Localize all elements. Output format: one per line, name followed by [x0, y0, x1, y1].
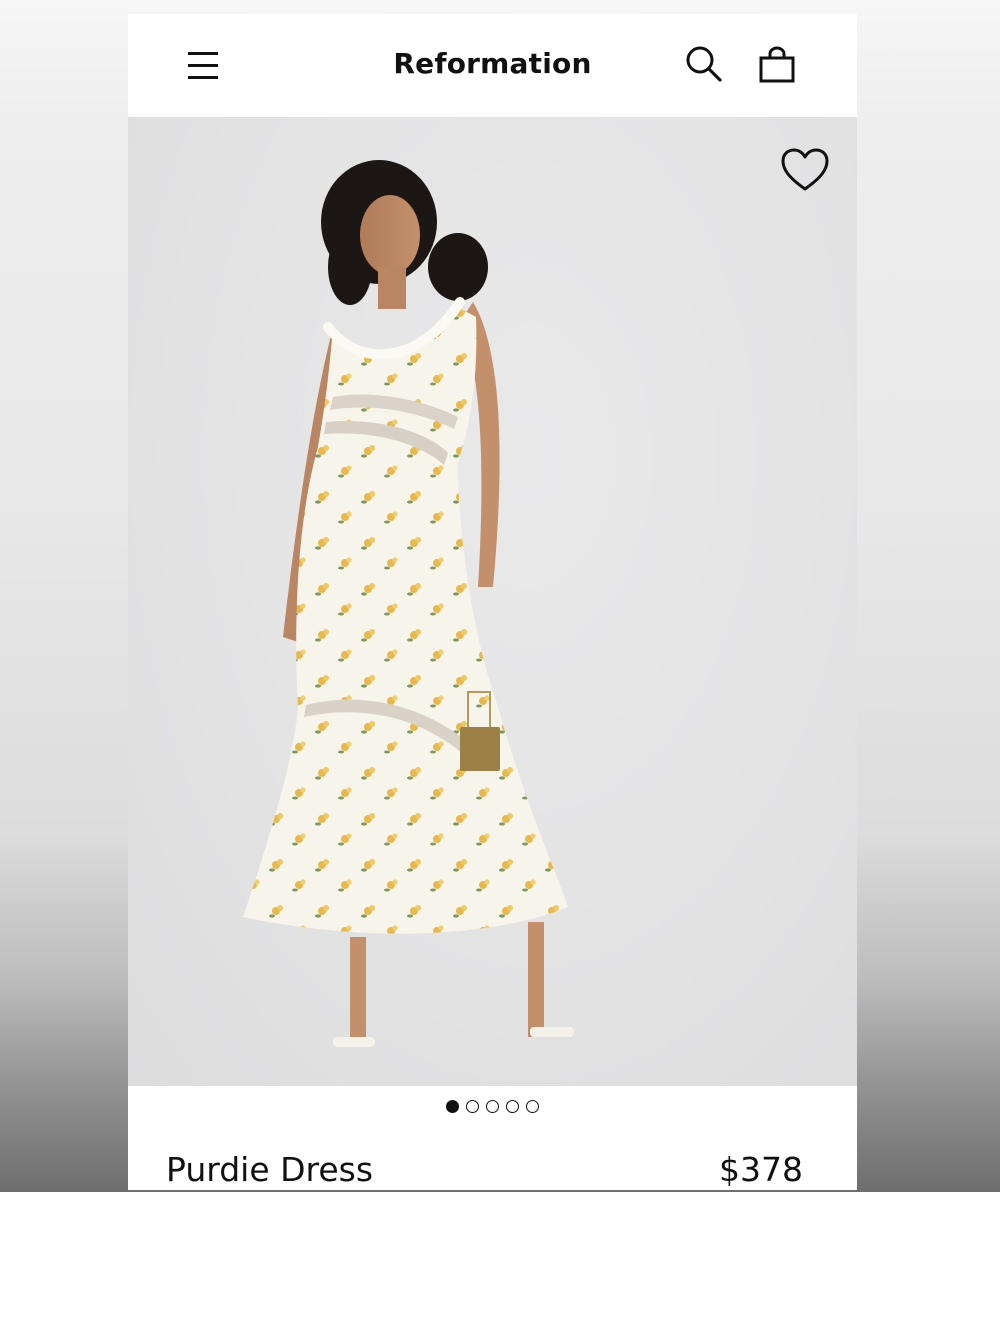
search-button[interactable] — [684, 44, 724, 84]
carousel-dot-1[interactable] — [446, 1100, 460, 1114]
product-name: Purdie Dress — [166, 1150, 374, 1189]
product-price: $378 — [719, 1150, 803, 1189]
favorite-button[interactable] — [780, 147, 830, 193]
product-image[interactable] — [128, 117, 857, 1086]
brand-logo[interactable]: Reformation — [128, 47, 857, 80]
carousel-dot-2[interactable] — [466, 1100, 480, 1114]
carousel-dot-3[interactable] — [486, 1100, 499, 1114]
carousel-dot-4[interactable] — [505, 1100, 519, 1114]
carousel-indicators — [128, 1098, 857, 1118]
shopping-bag-button[interactable] — [758, 46, 796, 86]
heart-outline-icon — [781, 148, 829, 191]
top-nav-bar: Reformation — [128, 14, 857, 117]
shopping-bag-icon — [759, 46, 795, 83]
carousel-dot-5[interactable] — [525, 1100, 539, 1114]
phone-screen: Reformation Purdie Dress $378 — [128, 14, 857, 1190]
search-icon — [686, 46, 722, 82]
product-photo — [243, 160, 574, 1047]
